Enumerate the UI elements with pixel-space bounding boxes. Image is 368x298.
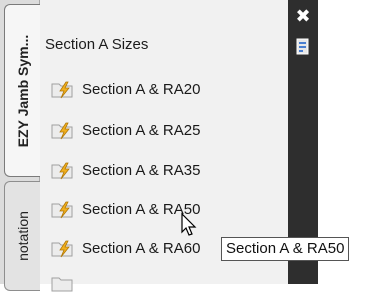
tool-label: Section A & RA35 xyxy=(82,161,201,179)
tool-item[interactable]: Section A & RA20 xyxy=(50,74,280,104)
mouse-pointer-icon xyxy=(181,212,197,236)
tool-label: Section A & RA20 xyxy=(82,80,201,98)
lightning-bolt-icon xyxy=(51,162,73,180)
lightning-bolt-icon xyxy=(51,122,73,140)
tab-label: notation xyxy=(14,211,31,261)
lightning-bolt-icon xyxy=(51,277,73,292)
lightning-bolt-icon xyxy=(51,240,73,258)
lightning-bolt-icon xyxy=(51,81,73,99)
close-icon[interactable]: ✖ xyxy=(294,8,312,26)
tooltip: Section A & RA50 xyxy=(221,237,350,261)
tab-label: EZY Jamb Sym... xyxy=(14,34,31,147)
properties-icon[interactable] xyxy=(294,38,312,56)
tool-item[interactable]: Section A & RA25 xyxy=(50,115,280,145)
tool-item[interactable]: Section A & RA35 xyxy=(50,155,280,185)
tool-label: Section A & RA60 xyxy=(82,239,201,257)
section-title: Section A Sizes xyxy=(45,36,149,53)
tool-item[interactable]: Section A & RA50 xyxy=(50,194,280,224)
palette-tab-strip: EZY Jamb Sym... notation xyxy=(0,0,40,291)
tab-annotation[interactable]: notation xyxy=(4,181,40,291)
tool-item-partial[interactable] xyxy=(50,268,280,298)
tab-ezy-jamb-symbols[interactable]: EZY Jamb Sym... xyxy=(4,4,40,177)
tool-label: Section A & RA25 xyxy=(82,121,201,139)
lightning-bolt-icon xyxy=(51,201,73,219)
